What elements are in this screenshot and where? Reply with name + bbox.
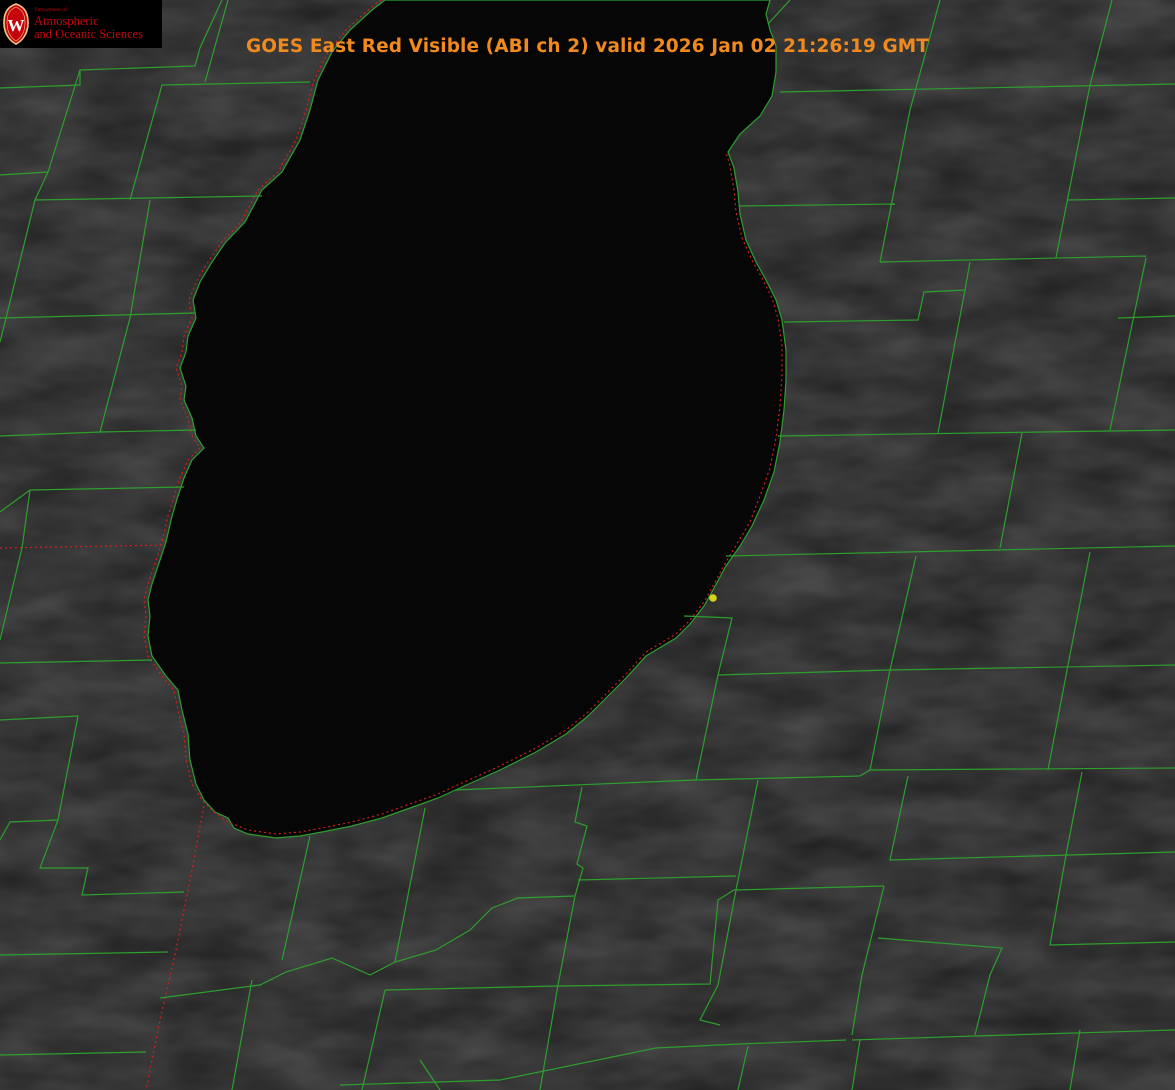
uw-crest-letter: W (8, 16, 25, 35)
station-marker (709, 594, 717, 602)
logo-department: Department of (35, 7, 67, 13)
image-title: GOES East Red Visible (ABI ch 2) valid 2… (246, 36, 929, 57)
satellite-map (0, 0, 1175, 1090)
satellite-frame: W Department of Atmospheric and Oceanic … (0, 0, 1175, 1090)
